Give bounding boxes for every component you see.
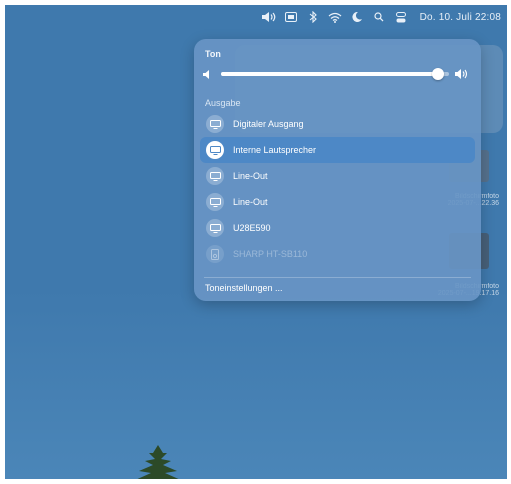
output-device-item[interactable]: U28E590 xyxy=(200,215,475,241)
volume-high-icon xyxy=(455,69,469,79)
volume-low-icon xyxy=(203,69,215,79)
output-device-list: Digitaler Ausgang Interne Lautsprecher Lin… xyxy=(200,111,475,267)
display-icon xyxy=(206,167,224,185)
desktop-background: Do. 10. Juli 22:08 Bildschirmfoto 2025-0… xyxy=(5,5,507,479)
wifi-icon[interactable] xyxy=(324,5,346,29)
tree-silhouette xyxy=(123,445,193,479)
moon-icon[interactable] xyxy=(346,5,368,29)
display-icon xyxy=(206,219,224,237)
volume-track[interactable] xyxy=(221,68,449,80)
volume-fill xyxy=(221,72,438,76)
volume-icon[interactable] xyxy=(258,5,280,29)
output-device-label: Line-Out xyxy=(233,197,268,207)
output-device-item[interactable]: Line-Out xyxy=(200,189,475,215)
bluetooth-icon[interactable] xyxy=(302,5,324,29)
divider xyxy=(204,277,471,278)
volume-knob[interactable] xyxy=(431,68,444,80)
output-device-item[interactable]: Digitaler Ausgang xyxy=(200,111,475,137)
sound-panel: Ton Ausgabe Digitaler Ausgang Interne Lau… xyxy=(194,39,481,301)
output-device-item[interactable]: Line-Out xyxy=(200,163,475,189)
menu-bar-clock[interactable]: Do. 10. Juli 22:08 xyxy=(420,12,501,23)
output-device-label: U28E590 xyxy=(233,223,271,233)
control-center-icon[interactable] xyxy=(390,5,412,29)
output-device-item: SHARP HT-SB110 xyxy=(200,241,475,267)
volume-slider[interactable] xyxy=(203,65,469,83)
sound-settings-link[interactable]: Toneinstellungen ... xyxy=(205,283,283,293)
speaker-icon xyxy=(206,245,224,263)
output-device-label: SHARP HT-SB110 xyxy=(233,249,308,259)
display-icon xyxy=(206,141,224,159)
output-device-label: Interne Lautsprecher xyxy=(233,145,317,155)
sound-panel-title: Ton xyxy=(205,49,221,59)
search-icon[interactable] xyxy=(368,5,390,29)
output-device-item[interactable]: Interne Lautsprecher xyxy=(200,137,475,163)
menu-bar: Do. 10. Juli 22:08 xyxy=(5,5,507,29)
display-icon xyxy=(206,115,224,133)
output-device-label: Digitaler Ausgang xyxy=(233,119,304,129)
output-device-label: Line-Out xyxy=(233,171,268,181)
display-icon xyxy=(206,193,224,211)
input-source-icon[interactable] xyxy=(280,5,302,29)
output-section-title: Ausgabe xyxy=(205,98,241,108)
